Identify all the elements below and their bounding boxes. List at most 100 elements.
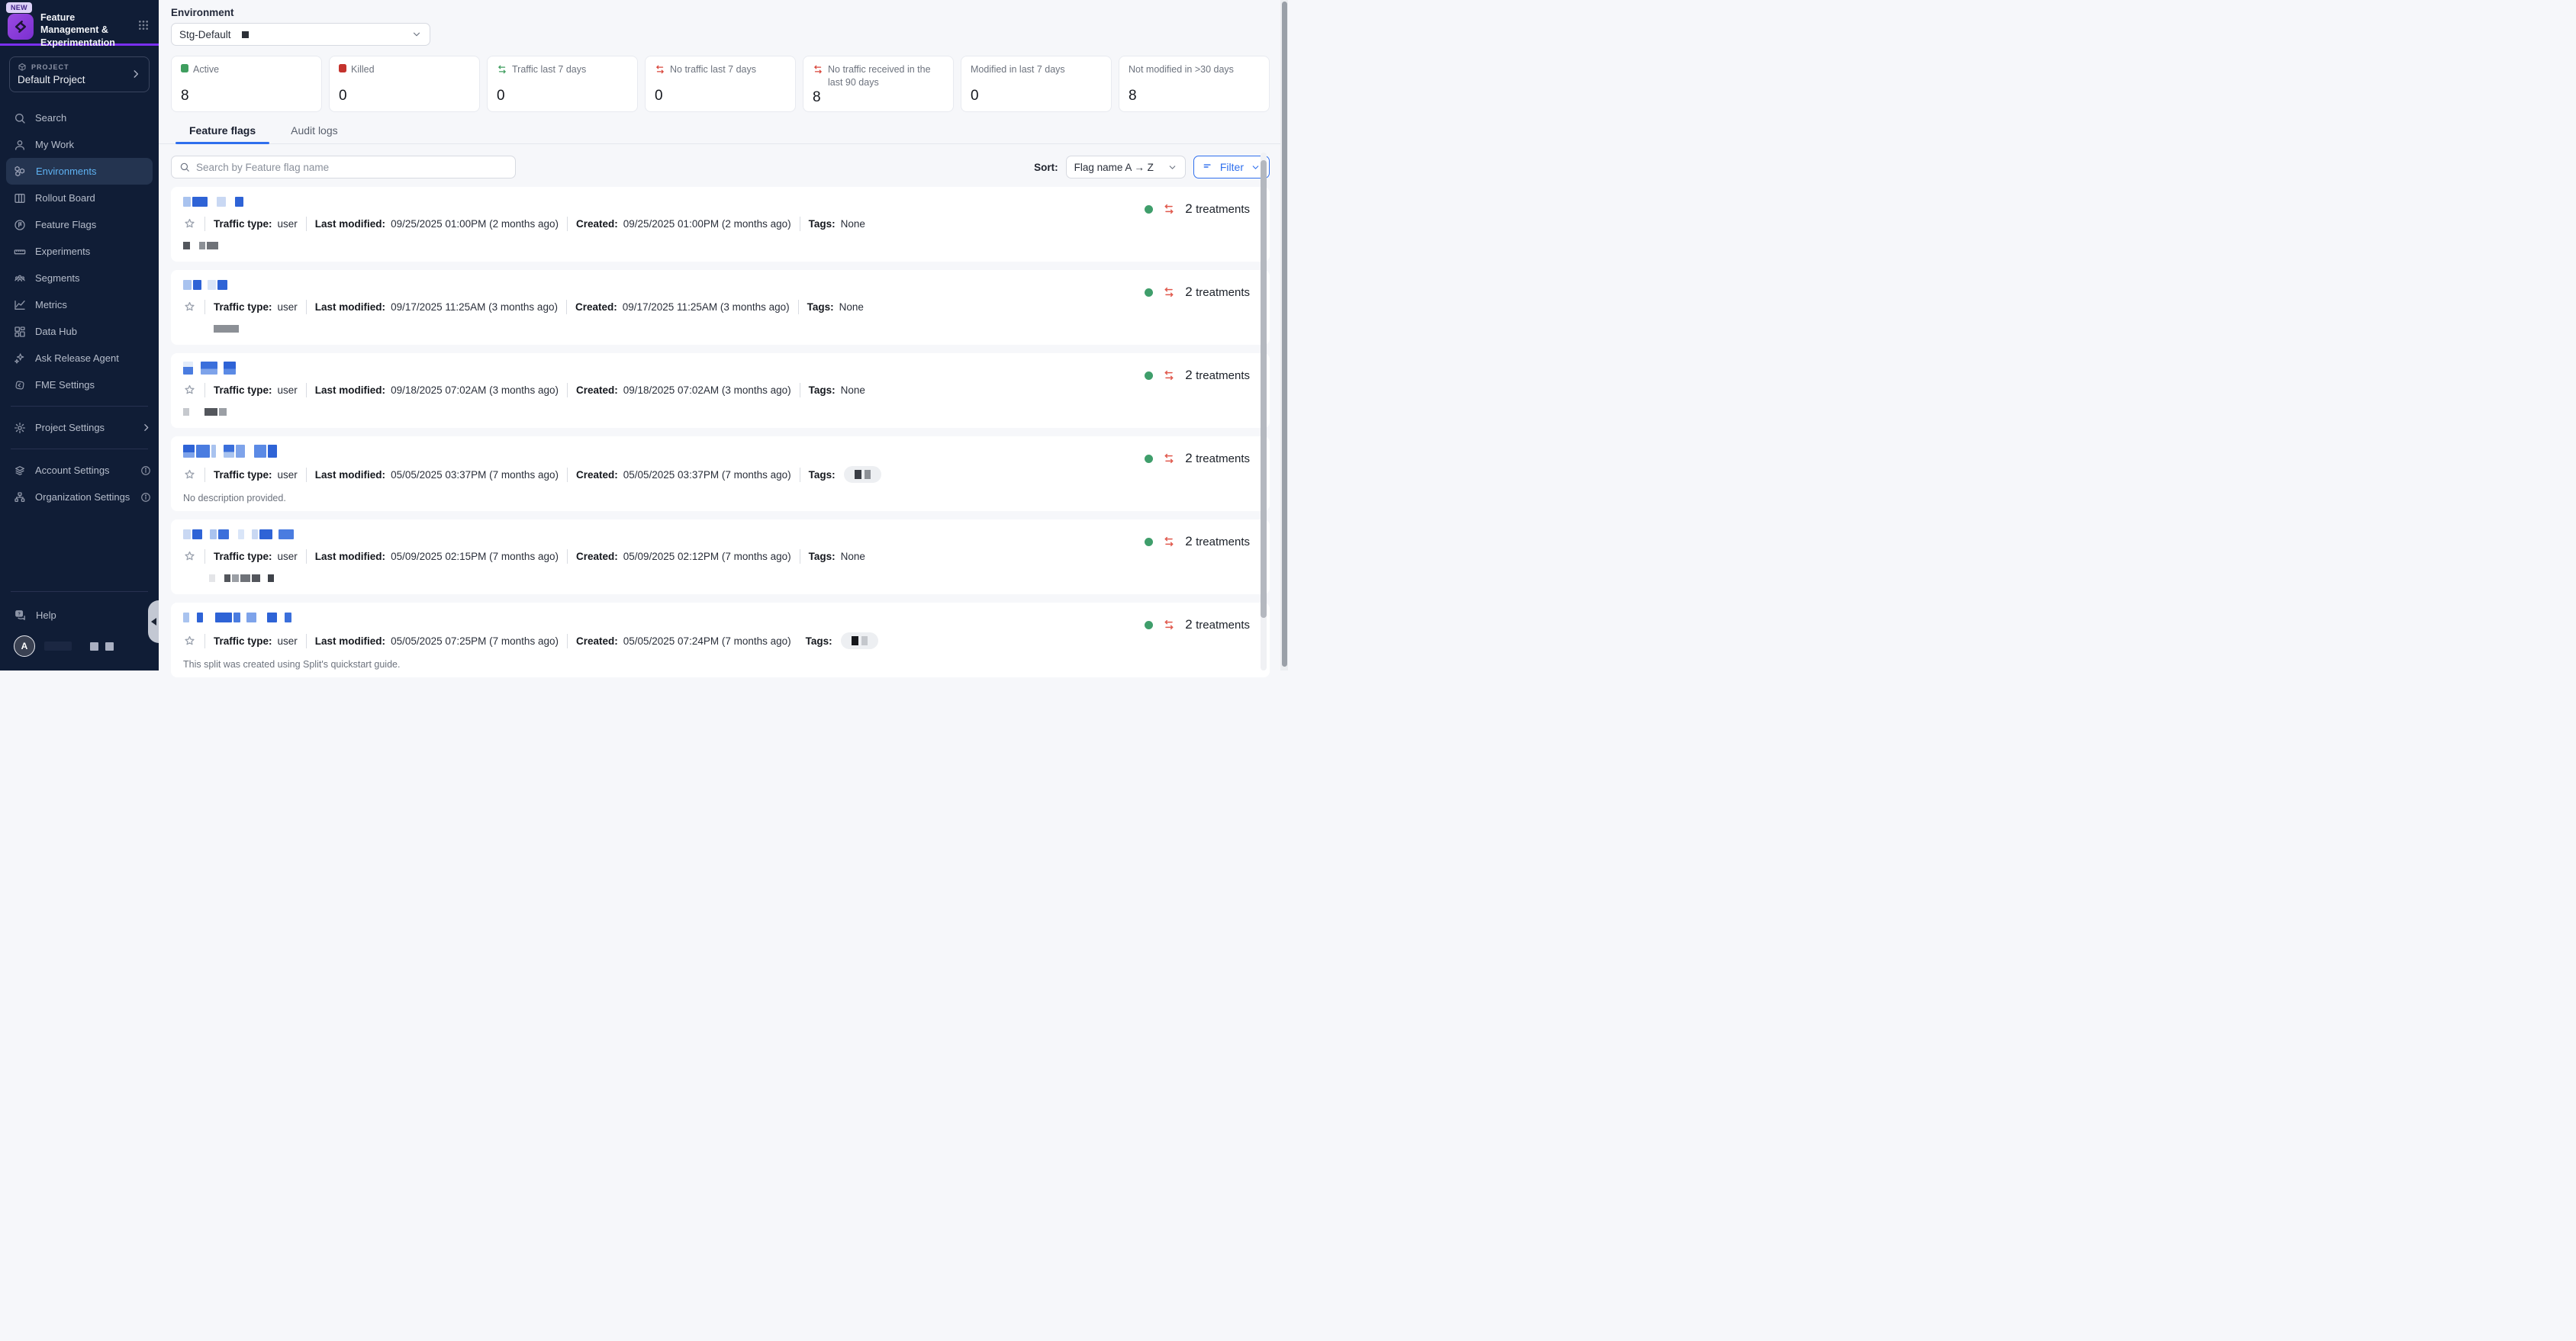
- redacted-description: [183, 241, 1257, 249]
- created-label: Created:: [576, 384, 618, 396]
- stat-card-no-traffic-7d[interactable]: No traffic last 7 days 0: [645, 56, 796, 112]
- stat-card-killed[interactable]: Killed 0: [329, 56, 480, 112]
- tags-value: None: [841, 218, 865, 230]
- star-icon[interactable]: [183, 635, 196, 648]
- window-scrollbar-track[interactable]: [1280, 0, 1288, 670]
- stat-value: 8: [1129, 88, 1260, 105]
- toolbar-icon[interactable]: [90, 642, 98, 651]
- sidebar-item-data-hub[interactable]: Data Hub: [0, 318, 159, 345]
- sidebar-item-environments[interactable]: Environments: [6, 158, 153, 185]
- tab-feature-flags[interactable]: Feature flags: [189, 124, 256, 143]
- traffic-type-label: Traffic type:: [214, 469, 272, 481]
- traffic-type-value: user: [278, 469, 298, 481]
- flag-row[interactable]: Traffic type:user Last modified:05/05/20…: [171, 603, 1270, 677]
- created-label: Created:: [576, 469, 618, 481]
- sidebar-item-metrics[interactable]: Metrics: [0, 291, 159, 318]
- created-value: 05/05/2025 07:24PM (7 months ago): [623, 635, 791, 647]
- list-scrollbar-track[interactable]: [1261, 153, 1267, 670]
- created-value: 09/17/2025 11:25AM (3 months ago): [623, 301, 790, 313]
- tab-audit-logs[interactable]: Audit logs: [291, 124, 337, 143]
- active-status-dot: [1145, 288, 1153, 297]
- created-value: 05/05/2025 03:37PM (7 months ago): [623, 469, 791, 481]
- toolbar-icon[interactable]: [105, 642, 114, 651]
- stat-card-not-modified-30d[interactable]: Not modified in >30 days 8: [1119, 56, 1270, 112]
- redacted-description: [209, 574, 1257, 582]
- flag-row[interactable]: Traffic type:user Last modified:05/05/20…: [171, 436, 1270, 511]
- sort-select[interactable]: Flag name A → Z: [1066, 156, 1186, 178]
- help-button[interactable]: ? Help: [0, 600, 159, 631]
- treatments-word: treatments: [1196, 452, 1250, 465]
- stat-card-traffic[interactable]: Traffic last 7 days 0: [487, 56, 638, 112]
- chevron-down-icon: [1251, 162, 1261, 172]
- window-scrollbar-thumb[interactable]: [1282, 2, 1287, 667]
- sort-value: Flag name A → Z: [1074, 162, 1154, 173]
- sidebar-nav: Search My Work Environments Rollout Boar…: [0, 105, 159, 398]
- sidebar-item-ask-release-agent[interactable]: Ask Release Agent: [0, 345, 159, 371]
- avatar[interactable]: A: [14, 635, 35, 657]
- flag-row[interactable]: Traffic type:user Last modified:09/18/20…: [171, 353, 1270, 428]
- last-modified-label: Last modified:: [315, 384, 385, 396]
- info-icon[interactable]: [140, 465, 151, 476]
- flag-row[interactable]: Traffic type:user Last modified:05/09/20…: [171, 519, 1270, 594]
- user-account-row[interactable]: A: [0, 631, 159, 670]
- sidebar-item-label: Search: [35, 112, 66, 124]
- flag-row[interactable]: Traffic type:user Last modified:09/17/20…: [171, 270, 1270, 345]
- collapse-arrow-icon: [151, 618, 156, 625]
- environment-select[interactable]: Stg-Default: [171, 23, 430, 46]
- last-modified-label: Last modified:: [315, 218, 385, 230]
- no-traffic-icon: [1163, 619, 1175, 631]
- environment-label: Environment: [159, 0, 1288, 18]
- flag-search[interactable]: [171, 156, 516, 178]
- hexagons-icon: [14, 165, 27, 178]
- traffic-type-value: user: [278, 384, 298, 396]
- org-chart-icon: [14, 491, 26, 503]
- grid-icon: [14, 326, 26, 338]
- sidebar-item-project-settings[interactable]: Project Settings: [0, 414, 159, 441]
- stat-card-active[interactable]: Active 8: [171, 56, 322, 112]
- star-icon[interactable]: [183, 301, 196, 314]
- sidebar-collapse-button[interactable]: [148, 600, 159, 643]
- star-icon[interactable]: [183, 384, 196, 397]
- filter-button[interactable]: Filter: [1193, 156, 1270, 178]
- treatments-word: treatments: [1196, 535, 1250, 548]
- search-input[interactable]: [196, 162, 507, 173]
- treatments-word: treatments: [1196, 286, 1250, 299]
- tab-bar: Feature flags Audit logs: [159, 124, 1288, 144]
- stat-value: 0: [971, 88, 1102, 105]
- redacted-tag-chip[interactable]: [841, 632, 878, 649]
- flag-row[interactable]: Traffic type:user Last modified:09/25/20…: [171, 187, 1270, 262]
- stat-card-modified-7d[interactable]: Modified in last 7 days 0: [961, 56, 1112, 112]
- chevron-down-icon: [1167, 162, 1177, 172]
- stat-value: 0: [339, 88, 470, 105]
- sidebar-item-experiments[interactable]: Experiments: [0, 238, 159, 265]
- tags-label: Tags:: [809, 551, 836, 562]
- stat-label: Killed: [351, 63, 375, 76]
- sidebar-item-search[interactable]: Search: [0, 105, 159, 131]
- sidebar-item-segments[interactable]: Segments: [0, 265, 159, 291]
- traffic-type-label: Traffic type:: [214, 384, 272, 396]
- stat-card-no-traffic-90d[interactable]: No traffic received in the last 90 days …: [803, 56, 954, 112]
- apps-grid-icon[interactable]: [137, 19, 150, 31]
- star-icon[interactable]: [183, 217, 196, 230]
- sidebar-item-my-work[interactable]: My Work: [0, 131, 159, 158]
- sidebar-item-rollout-board[interactable]: Rollout Board: [0, 185, 159, 211]
- stat-value: 0: [497, 88, 628, 105]
- sidebar-item-organization-settings[interactable]: Organization Settings: [0, 484, 159, 510]
- traffic-type-label: Traffic type:: [214, 635, 272, 647]
- created-label: Created:: [575, 301, 617, 313]
- tags-label: Tags:: [806, 635, 832, 647]
- last-modified-value: 05/05/2025 07:25PM (7 months ago): [391, 635, 559, 647]
- sidebar-item-account-settings[interactable]: Account Settings: [0, 457, 159, 484]
- sidebar-item-fme-settings[interactable]: FME Settings: [0, 371, 159, 398]
- project-selector[interactable]: PROJECT Default Project: [9, 56, 150, 92]
- info-icon[interactable]: [140, 492, 151, 503]
- stat-value: 8: [181, 88, 312, 105]
- filter-label: Filter: [1220, 161, 1244, 173]
- sidebar-item-label: FME Settings: [35, 379, 95, 391]
- star-icon[interactable]: [183, 468, 196, 481]
- sidebar-item-feature-flags[interactable]: Feature Flags: [0, 211, 159, 238]
- redacted-flag-name: [183, 445, 1257, 458]
- list-scrollbar-thumb[interactable]: [1261, 160, 1267, 618]
- redacted-tag-chip[interactable]: [844, 466, 881, 483]
- star-icon[interactable]: [183, 550, 196, 563]
